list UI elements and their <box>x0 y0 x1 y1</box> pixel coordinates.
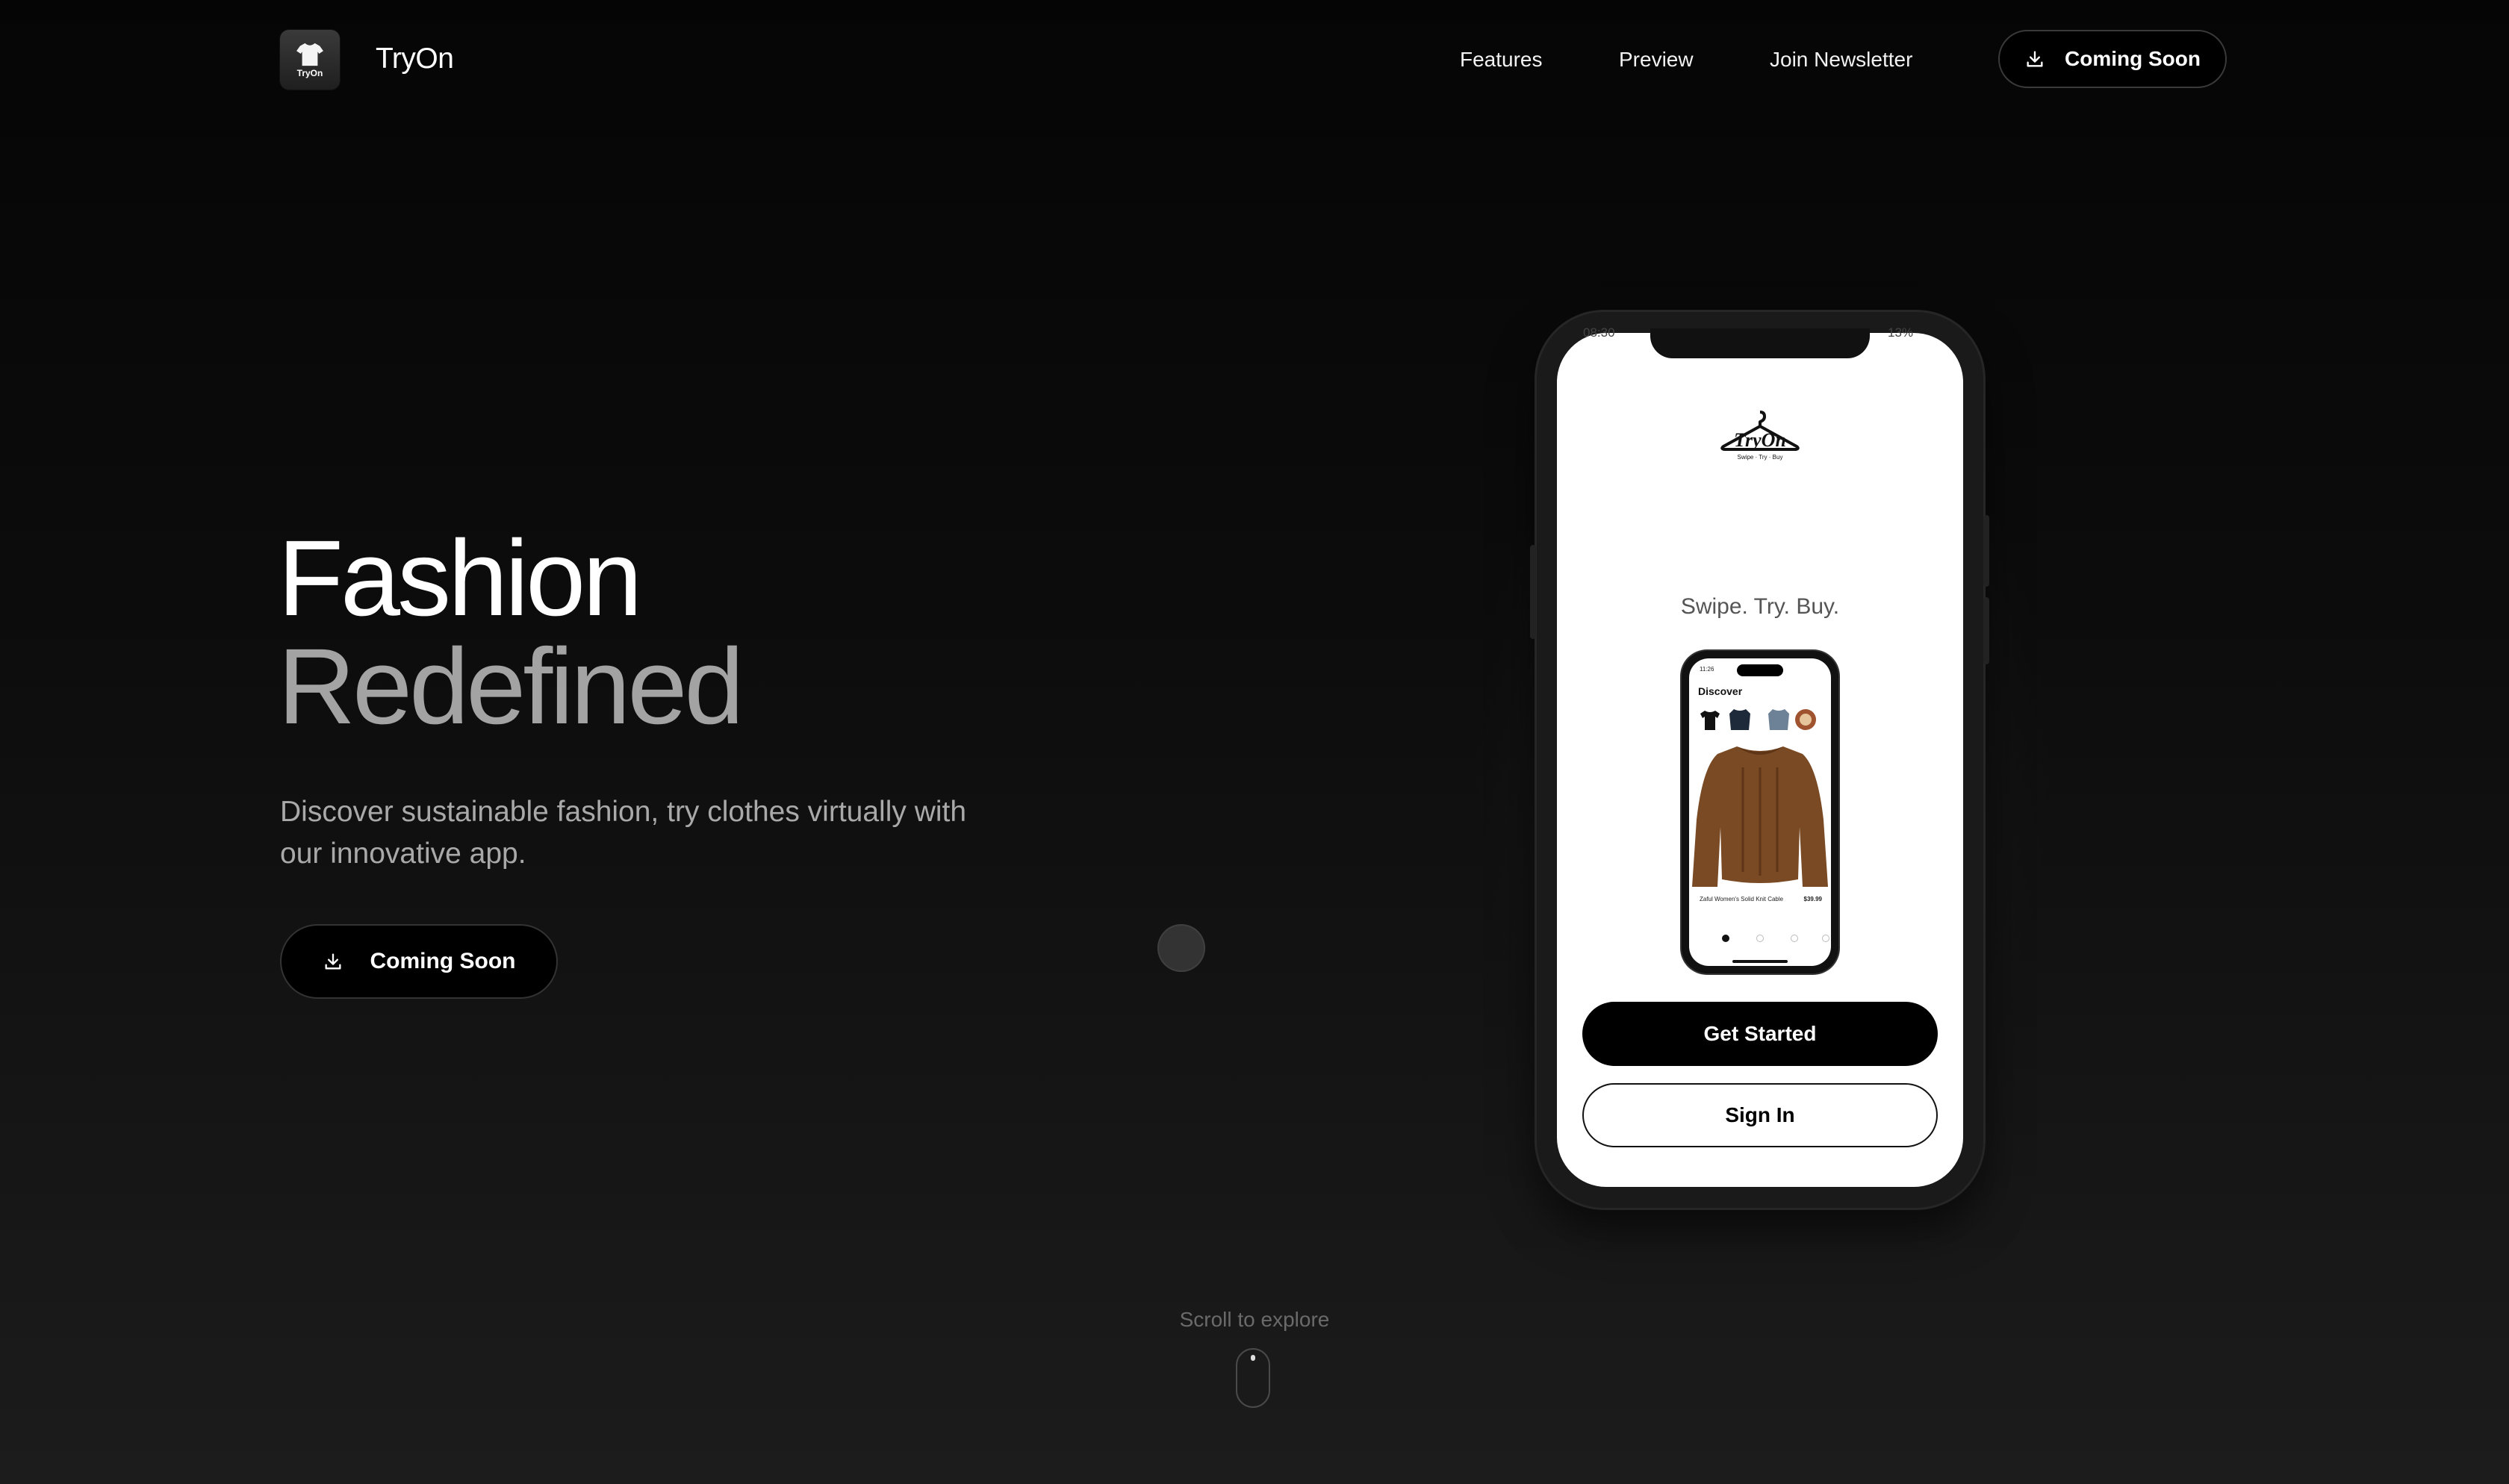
app-logo[interactable]: TryOn <box>280 30 340 90</box>
inner-tab-heart-icon <box>1791 935 1798 942</box>
hero-title-line2: Redefined <box>278 626 744 746</box>
nav-coming-soon-button[interactable]: Coming Soon <box>1998 30 2227 88</box>
nav-link-features[interactable]: Features <box>1460 45 1543 75</box>
sign-in-button[interactable]: Sign In <box>1582 1083 1938 1147</box>
brand-name[interactable]: TryOn <box>376 37 454 81</box>
download-icon <box>2027 51 2043 67</box>
app-headline: Style That Fits You Instantly <box>1587 487 1933 579</box>
phone-side-button <box>1983 515 1989 587</box>
inner-discover-label: Discover <box>1698 685 1743 697</box>
hero-subtitle: Discover sustainable fashion, try clothe… <box>280 796 967 870</box>
nav-link-join-newsletter[interactable]: Join Newsletter <box>1770 45 1912 75</box>
thumb-denim-jacket <box>1765 705 1792 735</box>
inner-tab-search-icon <box>1756 935 1764 942</box>
scroll-hint: Scroll to explore <box>1179 1308 1330 1331</box>
status-time: 08:30 <box>1583 325 1615 340</box>
get-started-button[interactable]: Get Started <box>1582 1002 1938 1066</box>
inner-status-time: 11:26 <box>1700 666 1714 673</box>
inner-product-name: Zaful Women's Solid Knit Cable <box>1700 896 1784 902</box>
hero-coming-soon-button[interactable]: Coming Soon <box>280 924 558 999</box>
hero-coming-soon-label: Coming Soon <box>370 949 516 973</box>
cursor-circle <box>1157 924 1205 972</box>
thumb-navy-jacket <box>1726 705 1753 735</box>
inner-product-price: $39.99 <box>1803 896 1822 902</box>
inner-product-row: Zaful Women's Solid Knit Cable $39.99 <box>1700 896 1822 902</box>
inner-tab-home-icon <box>1722 935 1729 942</box>
nav-coming-soon-label: Coming Soon <box>2065 47 2201 70</box>
phone-side-button-2 <box>1983 597 1989 664</box>
inner-phone-island <box>1737 664 1783 676</box>
nav-link-preview[interactable]: Preview <box>1619 45 1694 75</box>
download-icon <box>325 953 341 970</box>
sweater-image <box>1692 746 1828 887</box>
mouse-wheel-dot <box>1251 1355 1255 1361</box>
tshirt-icon <box>296 43 323 66</box>
svg-text:TryOn: TryOn <box>1734 429 1786 451</box>
thumb-black-shirt <box>1697 705 1723 735</box>
status-battery: 13% <box>1888 325 1914 340</box>
phone-volume-button <box>1530 545 1536 639</box>
inner-tab-profile-icon <box>1822 935 1829 942</box>
inner-home-indicator <box>1732 960 1788 963</box>
hero-title-line1: Fashion <box>278 518 642 638</box>
hanger-logo-icon: TryOn Swipe · Try · Buy <box>1720 411 1800 461</box>
phone-notch <box>1650 328 1870 358</box>
app-tagline: Swipe. Try. Buy. <box>1680 594 1840 619</box>
thumb-print-shirt <box>1792 705 1819 735</box>
logo-caption: TryOn <box>296 67 323 78</box>
svg-text:Swipe · Try · Buy: Swipe · Try · Buy <box>1738 454 1783 461</box>
